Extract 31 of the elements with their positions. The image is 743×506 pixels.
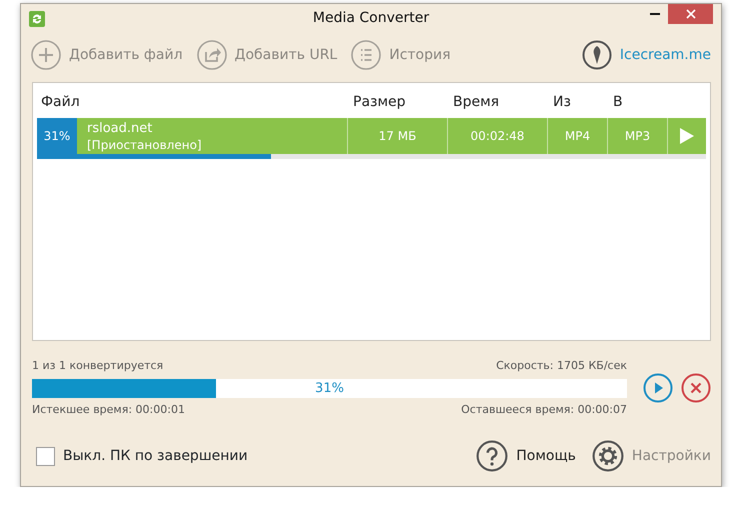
play-icon[interactable] (643, 373, 673, 403)
progress-percent: 31% (314, 380, 345, 398)
help-icon (476, 440, 508, 472)
conversion-status: 1 из 1 конвертируется (32, 358, 164, 374)
file-status: [Приостановлено] (87, 137, 203, 153)
minimize-icon (650, 13, 660, 15)
app-logo-icon (29, 10, 45, 26)
plus-icon (31, 40, 61, 70)
column-header[interactable]: Размер (353, 92, 453, 112)
play-icon[interactable] (680, 128, 694, 144)
close-button[interactable] (668, 4, 713, 24)
share-icon (196, 40, 227, 70)
file-name: rsload.net (87, 121, 154, 137)
speed-text: Скорость: 1705 КБ/сек (496, 358, 627, 374)
close-icon (686, 9, 696, 19)
list-icon (351, 40, 382, 70)
file-row[interactable]: 31% rsload.net [Приостановлено] 17 МБ 00:02:48 MP4 MP3 (37, 118, 706, 154)
row-percent: 31% (37, 118, 77, 154)
shutdown-checkbox[interactable] (36, 446, 55, 466)
cancel-icon[interactable] (681, 373, 711, 403)
column-header[interactable]: Из (553, 92, 613, 112)
elapsed-time: Истекшее время: 00:00:01 (32, 402, 185, 418)
window-title: Media Converter (312, 9, 430, 28)
footer-button[interactable]: Помощь (476, 440, 576, 472)
column-header[interactable]: Время (453, 92, 553, 112)
settings-icon (592, 440, 624, 472)
column-header[interactable]: Файл (37, 92, 353, 112)
column-header[interactable]: В (613, 92, 673, 112)
remaining-time: Оставшееся время: 00:00:07 (461, 402, 627, 418)
ice-cream-logo-icon (582, 40, 612, 70)
shutdown-label: Выкл. ПК по завершении (63, 446, 248, 466)
